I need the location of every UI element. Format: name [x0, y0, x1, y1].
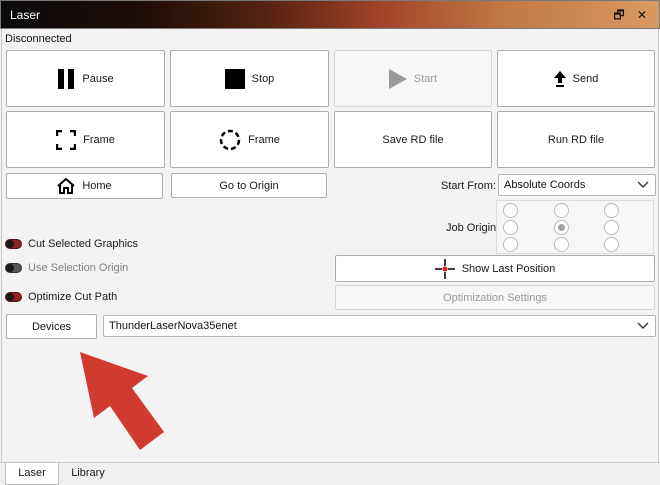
- frame-rectangle-label: Frame: [83, 133, 115, 146]
- frame-circle-button[interactable]: Frame: [170, 111, 329, 168]
- cut-selected-graphics-label: Cut Selected Graphics: [28, 238, 139, 250]
- origin-bottom-left-radio[interactable]: [503, 237, 518, 252]
- window-title: Laser: [10, 8, 41, 22]
- start-from-label: Start From:: [441, 180, 497, 192]
- stop-label: Stop: [251, 72, 275, 85]
- send-label: Send: [572, 72, 599, 85]
- use-selection-origin-row[interactable]: Use Selection Origin: [5, 262, 128, 274]
- use-selection-origin-toggle[interactable]: [5, 263, 22, 273]
- frame-rectangle-button[interactable]: Frame: [6, 111, 165, 168]
- send-button[interactable]: Send: [497, 50, 655, 107]
- go-to-origin-label: Go to Origin: [219, 179, 279, 192]
- show-last-position-label: Show Last Position: [461, 262, 556, 275]
- origin-top-center-radio[interactable]: [554, 203, 569, 218]
- optimization-settings-label: Optimization Settings: [443, 291, 547, 304]
- optimize-cut-path-toggle[interactable]: [5, 292, 22, 302]
- origin-middle-right-radio[interactable]: [604, 220, 619, 235]
- optimization-settings-button[interactable]: Optimization Settings: [335, 285, 655, 310]
- devices-button[interactable]: Devices: [6, 314, 97, 339]
- origin-top-right-radio[interactable]: [604, 203, 619, 218]
- home-icon: [57, 178, 75, 194]
- start-label: Start: [413, 72, 438, 85]
- tab-laser[interactable]: Laser: [5, 463, 59, 485]
- origin-bottom-right-radio[interactable]: [604, 237, 619, 252]
- job-origin-label: Job Origin: [446, 222, 497, 234]
- connection-status: Disconnected: [5, 33, 72, 45]
- device-select-value: ThunderLaserNova35enet: [109, 320, 237, 332]
- start-from-value: Absolute Coords: [504, 179, 586, 191]
- window-titlebar: Laser 🗗 ✕: [0, 0, 660, 29]
- home-label: Home: [82, 180, 112, 192]
- origin-center-radio[interactable]: [554, 220, 569, 235]
- origin-bottom-center-radio[interactable]: [554, 237, 569, 252]
- save-rd-file-button[interactable]: Save RD file: [334, 111, 492, 168]
- frame-circle-label: Frame: [248, 133, 280, 146]
- pause-button[interactable]: Pause: [6, 50, 165, 107]
- cut-selected-graphics-toggle[interactable]: [5, 239, 22, 249]
- pause-icon: [57, 68, 75, 89]
- chevron-down-icon: [637, 178, 649, 195]
- crosshair-icon: [434, 258, 455, 279]
- upload-arrow-icon: [553, 70, 566, 87]
- cut-selected-graphics-row[interactable]: Cut Selected Graphics: [5, 238, 138, 250]
- origin-middle-left-radio[interactable]: [503, 220, 518, 235]
- panel-tabs: Laser Library: [0, 462, 660, 485]
- devices-label: Devices: [31, 320, 72, 333]
- stop-button[interactable]: Stop: [170, 50, 329, 107]
- restore-window-icon[interactable]: 🗗: [610, 6, 628, 24]
- use-selection-origin-label: Use Selection Origin: [28, 262, 129, 274]
- stop-icon: [224, 68, 245, 89]
- annotation-arrow-icon: [80, 352, 164, 450]
- run-rd-file-label: Run RD file: [547, 133, 605, 146]
- start-button[interactable]: Start: [334, 50, 492, 107]
- show-last-position-button[interactable]: Show Last Position: [335, 255, 655, 282]
- chevron-down-icon: [637, 319, 649, 336]
- frame-circle-icon: [219, 129, 241, 151]
- save-rd-file-label: Save RD file: [382, 133, 444, 146]
- run-rd-file-button[interactable]: Run RD file: [497, 111, 655, 168]
- close-window-icon[interactable]: ✕: [633, 6, 651, 24]
- optimize-cut-path-label: Optimize Cut Path: [28, 291, 118, 303]
- start-from-select[interactable]: Absolute Coords: [498, 174, 656, 196]
- origin-top-left-radio[interactable]: [503, 203, 518, 218]
- tab-library[interactable]: Library: [60, 463, 116, 485]
- go-to-origin-button[interactable]: Go to Origin: [171, 173, 327, 198]
- optimize-cut-path-row[interactable]: Optimize Cut Path: [5, 291, 117, 303]
- frame-rectangle-icon: [56, 129, 77, 150]
- pause-label: Pause: [82, 72, 114, 85]
- play-icon: [388, 68, 407, 89]
- job-origin-grid: [496, 200, 654, 254]
- home-button[interactable]: Home: [6, 173, 163, 199]
- device-select[interactable]: ThunderLaserNova35enet: [103, 315, 656, 337]
